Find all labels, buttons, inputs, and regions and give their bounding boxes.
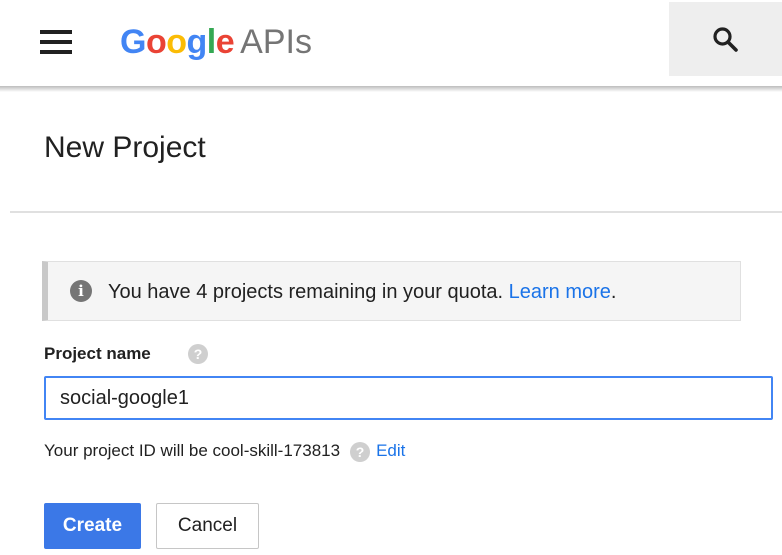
quota-notice-text: You have 4 projects remaining in your qu… [108,280,616,304]
create-button[interactable]: Create [44,503,141,549]
quota-trailing-period: . [610,281,617,303]
cancel-button[interactable]: Cancel [156,503,259,549]
info-icon: i [70,280,92,302]
project-id-text: Your project ID will be cool-skill-17381… [44,441,341,460]
page-title: New Project [44,131,206,164]
edit-project-id-link[interactable]: Edit [376,441,405,460]
quota-notice: i You have 4 projects remaining in your … [42,261,741,321]
help-icon[interactable]: ? [188,344,208,364]
help-icon[interactable]: ? [350,441,371,462]
quota-message: You have 4 projects remaining in your qu… [108,281,504,303]
project-name-input[interactable] [44,376,773,420]
header-divider [10,211,782,213]
google-wordmark: Google [120,23,235,61]
new-project-page: Google APIs New Project i You have 4 proj… [0,0,782,555]
google-apis-logo[interactable]: Google APIs [120,18,312,66]
search-button[interactable] [669,2,782,76]
top-bar-shadow [0,86,782,92]
top-app-bar: Google APIs [0,0,782,86]
learn-more-link[interactable]: Learn more [509,281,611,303]
product-name: APIs [240,23,312,61]
search-icon [713,27,738,52]
project-id-line: Your project ID will be cool-skill-17381… [44,440,405,462]
project-name-label: Project name [44,344,151,363]
hamburger-menu-icon[interactable] [34,22,78,62]
